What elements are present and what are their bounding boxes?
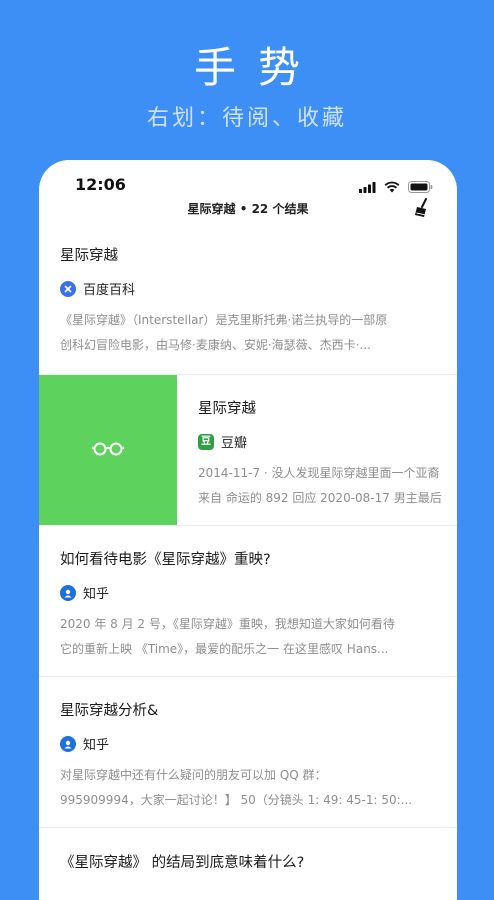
result-source: 百度百科 <box>60 279 457 298</box>
result-item[interactable]: 星际穿越分析& 知乎 对星际穿越中还有什么疑问的朋友可以加 QQ 群： 9959… <box>39 677 457 828</box>
snippet-line: 2014-11-7 · 没人发现星际穿越里面一个亚裔 <box>198 466 440 480</box>
snippet-line: 995909994，大家一起讨论！】 50（分镜头 1: 49: 45-1: 5… <box>60 793 413 807</box>
result-title[interactable]: 星际穿越 <box>60 244 457 265</box>
zhihu-icon <box>60 584 76 601</box>
result-title[interactable]: 星际穿越 <box>198 397 457 418</box>
promo-subtitle: 右划：待阅、收藏 <box>146 106 347 131</box>
result-snippet: 2014-11-7 · 没人发现星际穿越里面一个亚裔 来自 命运的 892 回应… <box>198 461 457 511</box>
result-snippet: 对星际穿越中还有什么疑问的朋友可以加 QQ 群： 995909994，大家一起讨… <box>60 763 457 813</box>
phone-screen: 12:06 星际穿越 • 22 个结果 星际穿越 百度百科 《星际穿越》（Int… <box>39 160 457 900</box>
source-name: 知乎 <box>83 738 110 753</box>
read-later-action[interactable] <box>39 375 177 525</box>
snippet-line: 来自 命运的 892 回应 2020-08-17 男主最后 <box>198 491 442 505</box>
result-item[interactable]: 《星际穿越》 的结局到底意味着什么? <box>39 828 457 888</box>
promo-title: 手势 <box>193 43 322 92</box>
wifi-icon <box>384 178 400 197</box>
source-name: 知乎 <box>83 587 110 602</box>
result-source: 豆 豆瓣 <box>198 432 457 451</box>
snippet-line: 创科幻冒险电影，由马修·麦康纳、安妮·海瑟薇、杰西卡·... <box>60 338 371 352</box>
result-item[interactable]: 星际穿越 百度百科 《星际穿越》（Interstellar）是克里斯托弗·诺兰执… <box>39 224 457 375</box>
result-source: 知乎 <box>60 734 457 753</box>
result-title[interactable]: 如何看待电影《星际穿越》重映? <box>60 548 457 569</box>
snippet-line: 它的重新上映 《Time》，最爱的配乐之一 在这里感叹 Hans... <box>60 642 389 656</box>
glasses-read-later-icon <box>91 441 125 460</box>
navbar: 星际穿越 • 22 个结果 <box>39 196 457 224</box>
result-item-swiped[interactable]: 星际穿越 豆 豆瓣 2014-11-7 · 没人发现星际穿越里面一个亚裔 来自 … <box>39 375 457 526</box>
result-snippet: 《星际穿越》（Interstellar）是克里斯托弗·诺兰执导的一部原 创科幻冒… <box>60 308 457 358</box>
snippet-line: 2020 年 8 月 2 号，《星际穿越》重映，我想知道大家如何看待 <box>60 617 395 631</box>
search-result-title: 星际穿越 • 22 个结果 <box>187 202 309 216</box>
result-title[interactable]: 星际穿越分析& <box>60 699 457 720</box>
snippet-line: 对星际穿越中还有什么疑问的朋友可以加 QQ 群： <box>60 768 327 782</box>
snippet-line: 《星际穿越》（Interstellar）是克里斯托弗·诺兰执导的一部原 <box>60 313 388 327</box>
result-snippet: 2020 年 8 月 2 号，《星际穿越》重映，我想知道大家如何看待 它的重新上… <box>60 612 457 662</box>
source-name: 豆瓣 <box>221 436 248 451</box>
signal-icon <box>359 178 376 197</box>
result-source: 知乎 <box>60 583 457 602</box>
result-list: 星际穿越 百度百科 《星际穿越》（Interstellar）是克里斯托弗·诺兰执… <box>39 224 457 888</box>
zhihu-icon <box>60 735 76 752</box>
douban-icon: 豆 <box>198 433 214 450</box>
status-time: 12:06 <box>75 175 126 194</box>
baidu-icon <box>60 280 76 297</box>
battery-icon <box>408 178 433 197</box>
broom-clean-icon[interactable] <box>413 198 431 222</box>
source-name: 百度百科 <box>83 283 136 298</box>
result-item[interactable]: 如何看待电影《星际穿越》重映? 知乎 2020 年 8 月 2 号，《星际穿越》… <box>39 526 457 677</box>
result-title[interactable]: 《星际穿越》 的结局到底意味着什么? <box>60 851 457 872</box>
